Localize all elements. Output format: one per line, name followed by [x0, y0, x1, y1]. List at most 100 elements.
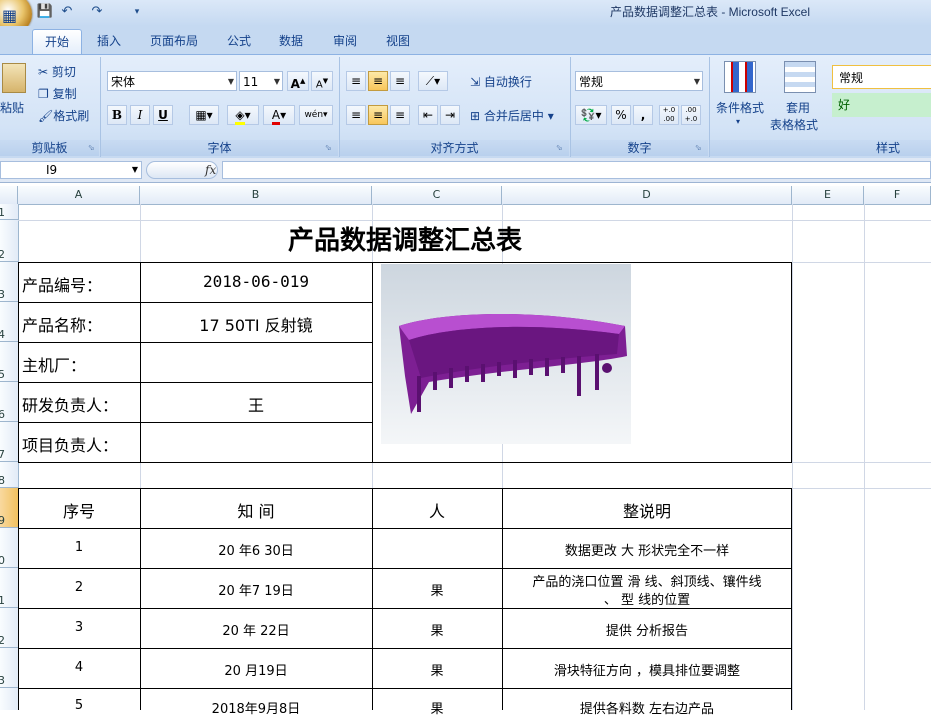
name-box-dropdown-icon[interactable]: ▼: [132, 162, 138, 178]
row-header[interactable]: 5: [0, 342, 18, 382]
font-launcher-icon[interactable]: ⬂: [325, 143, 332, 152]
row-header[interactable]: 2: [0, 220, 18, 262]
orientation-icon[interactable]: ⟋▾: [418, 71, 448, 91]
alignment-launcher-icon[interactable]: ⬂: [556, 143, 563, 152]
column-header-d[interactable]: D: [502, 186, 792, 204]
row-header[interactable]: 3: [0, 648, 18, 688]
row-header[interactable]: 1: [0, 204, 18, 220]
bold-button[interactable]: B: [107, 105, 127, 125]
cut-button[interactable]: ✂ 剪切: [38, 63, 76, 80]
product-image[interactable]: [381, 264, 631, 444]
fill-color-icon[interactable]: ◈▾: [227, 105, 259, 125]
name-box[interactable]: I9 ▼: [0, 161, 142, 179]
italic-button[interactable]: I: [130, 105, 150, 125]
style-good[interactable]: 好: [832, 93, 931, 117]
tab-formulas[interactable]: 公式: [218, 29, 260, 53]
undo-icon[interactable]: ↶: [58, 4, 76, 20]
underline-button[interactable]: U: [153, 105, 173, 125]
number-group-label: 数字: [571, 140, 708, 156]
row-headers: 1 2 3 4 5 6 7 8 9 0 1 2 3: [0, 204, 19, 710]
increase-decimal-button[interactable]: +.0 .00: [659, 105, 679, 125]
column-header-f[interactable]: F: [864, 186, 931, 204]
rd-lead-value: 王: [247, 396, 264, 415]
tab-data[interactable]: 数据: [270, 29, 312, 53]
tab-review[interactable]: 审阅: [322, 29, 368, 53]
table-cell-seq: 1: [74, 540, 84, 555]
column-header-b[interactable]: B: [140, 186, 372, 204]
save-icon[interactable]: 💾: [36, 4, 54, 20]
conditional-format-icon[interactable]: [724, 61, 756, 93]
table-cell-date: 20 月19日: [224, 664, 288, 679]
border-icon[interactable]: ▦▾: [189, 105, 219, 125]
font-color-icon[interactable]: A▾: [263, 105, 295, 125]
paste-button[interactable]: 粘贴: [0, 99, 24, 116]
font-size-combo[interactable]: 11 ▼: [239, 71, 283, 91]
phonetic-icon[interactable]: wén▾: [299, 105, 333, 125]
decrease-decimal-button[interactable]: .00 +.0: [681, 105, 701, 125]
merge-icon: ⊞: [470, 109, 484, 123]
comma-button[interactable]: ,: [633, 105, 653, 125]
align-top-icon[interactable]: ≡: [346, 71, 366, 91]
window-title: 产品数据调整汇总表 - Microsoft Excel: [609, 5, 811, 19]
row-header[interactable]: 8: [0, 462, 18, 488]
table-cell-person: 果: [430, 664, 444, 679]
currency-icon[interactable]: 💱▾: [575, 105, 607, 125]
tab-home[interactable]: 开始: [32, 29, 82, 54]
dropdown-icon[interactable]: ▾: [736, 117, 740, 126]
formula-input[interactable]: [222, 161, 931, 179]
customize-qat-icon[interactable]: ▾: [128, 4, 146, 20]
tab-page-layout[interactable]: 页面布局: [140, 29, 208, 53]
column-header-e[interactable]: E: [792, 186, 864, 204]
column-header-c[interactable]: C: [372, 186, 502, 204]
percent-button[interactable]: %: [611, 105, 631, 125]
conditional-format-button[interactable]: 条件格式: [716, 99, 764, 116]
alignment-group-label: 对齐方式: [340, 140, 569, 156]
decrease-indent-icon[interactable]: ⇤: [418, 105, 438, 125]
clipboard-group-label: 剪贴板: [0, 140, 99, 156]
row-header[interactable]: 4: [0, 302, 18, 342]
align-right-icon[interactable]: ≡: [390, 105, 410, 125]
table-cell-date: 20 年 22日: [222, 624, 290, 639]
font-name-combo[interactable]: 宋体 ▼: [107, 71, 237, 91]
table-format-icon[interactable]: [784, 61, 816, 93]
row-header[interactable]: 1: [0, 568, 18, 608]
grow-font-button[interactable]: A▲: [287, 71, 309, 91]
column-header-a[interactable]: A: [18, 186, 140, 204]
align-left-icon[interactable]: ≡: [346, 105, 366, 125]
format-painter-button[interactable]: 🖌格式刷: [38, 107, 89, 124]
shrink-font-button[interactable]: A▼: [311, 71, 333, 91]
number-launcher-icon[interactable]: ⬂: [695, 143, 702, 152]
table-format-button-line2[interactable]: 表格格式: [770, 116, 818, 133]
table-format-button-line1[interactable]: 套用: [786, 99, 810, 116]
tab-view[interactable]: 视图: [376, 29, 420, 53]
align-middle-icon[interactable]: ≡: [368, 71, 388, 91]
table-cell-seq: 2: [74, 580, 84, 595]
function-button[interactable]: fx: [146, 161, 218, 179]
row-header[interactable]: 0: [0, 528, 18, 568]
office-logo-icon: ▦: [2, 6, 18, 25]
wrap-text-button[interactable]: ⇲ 自动换行: [470, 73, 532, 90]
copy-button[interactable]: ❐ 复制: [38, 85, 77, 102]
header-note: 整说明: [622, 502, 671, 521]
redo-icon[interactable]: ↷: [88, 4, 106, 20]
product-code-label: 产品编号：: [22, 276, 103, 295]
row-header[interactable]: 3: [0, 262, 18, 302]
title-bar: ▦ 💾 ↶ ↷ ▾ 产品数据调整汇总表 - Microsoft Excel: [0, 0, 931, 34]
select-all-corner[interactable]: [0, 186, 18, 204]
row-header-selected[interactable]: 9: [0, 488, 18, 528]
clipboard-launcher-icon[interactable]: ⬂: [88, 143, 95, 152]
product-name-label: 产品名称：: [22, 316, 103, 335]
increase-indent-icon[interactable]: ⇥: [440, 105, 460, 125]
row-header[interactable]: 7: [0, 422, 18, 462]
row-header[interactable]: 2: [0, 608, 18, 648]
copy-icon: ❐: [38, 87, 53, 101]
merge-center-button[interactable]: ⊞ 合并后居中 ▾: [470, 107, 554, 124]
style-normal[interactable]: 常规: [832, 65, 931, 89]
align-center-icon[interactable]: ≡: [368, 105, 388, 125]
row-header[interactable]: 6: [0, 382, 18, 422]
tab-insert[interactable]: 插入: [88, 29, 130, 53]
number-format-combo[interactable]: 常规 ▼: [575, 71, 703, 91]
align-bottom-icon[interactable]: ≡: [390, 71, 410, 91]
table-cell-note: 提供各料数 左右边产品: [579, 702, 715, 717]
paste-icon[interactable]: [2, 63, 26, 93]
